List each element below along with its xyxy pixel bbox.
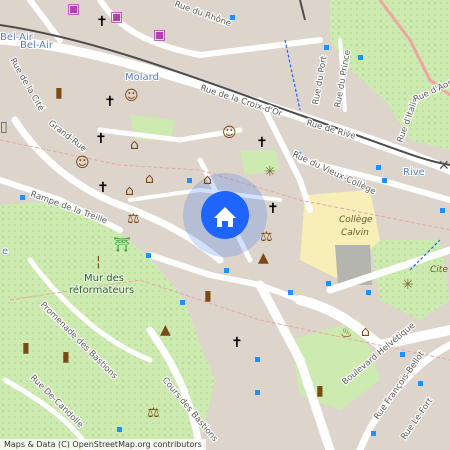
shop-icon: ▣ [67,1,80,17]
park-gate-icon: ⛩ [113,237,131,253]
museum-icon: ⌂ [130,137,139,153]
map-view[interactable]: ✝ ✝ ✝ ✝ ✝ ✝ ✝ ☺ ☺ ☺ ⌂ ⌂ ⌂ ⌂ ⌂ ▮ ▮ ▮ ▮ ▮ … [0,0,450,450]
bus-stop-icon [376,165,381,170]
bus-stop-icon [324,45,329,50]
location-marker[interactable] [183,173,267,257]
map-canvas[interactable]: ✝ ✝ ✝ ✝ ✝ ✝ ✝ ☺ ☺ ☺ ⌂ ⌂ ⌂ ⌂ ⌂ ▮ ▮ ▮ ▮ ▮ … [0,0,450,450]
church-icon: ✝ [97,180,109,196]
bus-stop-icon [146,253,151,258]
museum-icon: ⌂ [361,324,370,340]
map-attribution[interactable]: Maps & Data (C) OpenStreetMap.org contri… [0,439,206,450]
bus-stop-icon [224,268,229,273]
bus-stop-icon [440,208,445,213]
bus-stop-icon [117,427,122,432]
school-label: Calvin [341,228,369,238]
edge-label: e [2,246,8,257]
bus-stop-icon [358,55,363,60]
library-icon: ▮ [62,349,70,365]
bus-stop-icon [255,390,260,395]
area-label: Molard [125,72,159,83]
courthouse-icon: ⚖ [147,405,160,421]
bus-stop-icon [382,178,387,183]
park-label: réformateurs [69,284,134,296]
theatre-icon: ☺ [222,125,237,141]
cafe-icon: ♨ [340,325,353,341]
museum-icon: ⌂ [203,172,212,188]
bus-stop-icon [255,357,260,362]
bus-stop-icon [326,281,331,286]
viewpoint-icon: ✳ [402,277,414,293]
library-icon: ▮ [22,340,30,356]
monument-icon: ▲ [258,250,269,266]
library-icon: ▮ [55,85,63,101]
park-label: Mur des [84,273,124,284]
church-icon: ✝ [95,131,107,147]
bus-stop-icon [366,290,371,295]
school-label: Collège [339,214,373,225]
memorial-icon: ¦ [96,254,101,270]
edge-label: Cite [430,265,448,275]
shop-icon: ▣ [153,27,166,43]
museum-icon: ⌂ [125,183,134,199]
bus-stop-icon [418,381,423,386]
bus-stop-icon [371,431,376,436]
bus-stop-icon [288,290,293,295]
transit-icon: ▯ [0,119,8,135]
bus-stop-icon [20,195,25,200]
viewpoint-icon: ✳ [264,164,276,180]
area-label: Rive [403,167,425,178]
courthouse-icon: ⚖ [260,229,273,245]
church-icon: ✝ [267,201,279,217]
area-label: Bel-Air [20,40,54,51]
church-icon: ✝ [256,135,268,151]
church-icon: ✝ [231,335,243,351]
theatre-icon: ☺ [75,155,90,171]
courthouse-icon: ⚖ [127,211,140,227]
church-icon: ✝ [104,94,116,110]
close-icon: ✕ [438,158,450,174]
museum-icon: ⌂ [145,171,154,187]
bus-stop-icon [400,352,405,357]
bus-stop-icon [187,178,192,183]
shop-icon: ▣ [110,9,123,25]
church-icon: ✝ [96,14,108,30]
theatre-icon: ☺ [124,88,139,104]
monument-icon: ▲ [160,322,171,338]
library-icon: ▮ [316,383,324,399]
library-icon: ▮ [204,288,212,304]
bus-stop-icon [180,300,185,305]
